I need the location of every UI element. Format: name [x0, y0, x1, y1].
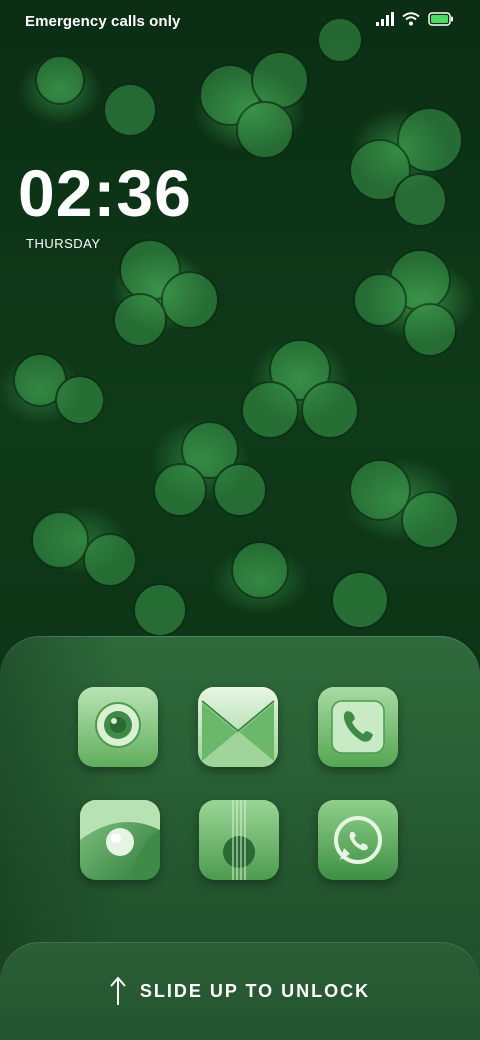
music-app[interactable]: [199, 800, 279, 880]
gallery-app[interactable]: [80, 800, 160, 880]
envelope-icon: [198, 687, 278, 767]
phone-icon: [318, 687, 398, 767]
wifi-icon: [402, 12, 420, 26]
camera-app[interactable]: [78, 687, 158, 767]
whatsapp-icon: [318, 800, 398, 880]
messages-app[interactable]: [198, 687, 278, 767]
gallery-icon: [80, 800, 160, 880]
signal-icon: [376, 12, 394, 26]
unlock-label: SLIDE UP TO UNLOCK: [139, 980, 371, 1001]
status-bar: Emergency calls only: [0, 0, 480, 44]
arrow-up-icon: [110, 976, 126, 1005]
lockscreen-time: 02:36: [18, 156, 192, 230]
unlock-row: SLIDE UP TO UNLOCK: [0, 942, 480, 1040]
lockscreen-day: THURSDAY: [26, 236, 101, 251]
lock-screen: Emergency calls only 02:36 THURSDAY SLID…: [0, 0, 480, 1040]
guitar-icon: [199, 800, 279, 880]
carrier-text: Emergency calls only: [25, 13, 181, 30]
battery-icon: [428, 12, 453, 26]
status-icons: [376, 12, 454, 26]
phone-app[interactable]: [318, 687, 398, 767]
slide-to-unlock[interactable]: SLIDE UP TO UNLOCK: [0, 942, 480, 1040]
whatsapp-app[interactable]: [318, 800, 398, 880]
camera-icon: [78, 687, 158, 767]
wallpaper-clover: [13, 17, 463, 637]
